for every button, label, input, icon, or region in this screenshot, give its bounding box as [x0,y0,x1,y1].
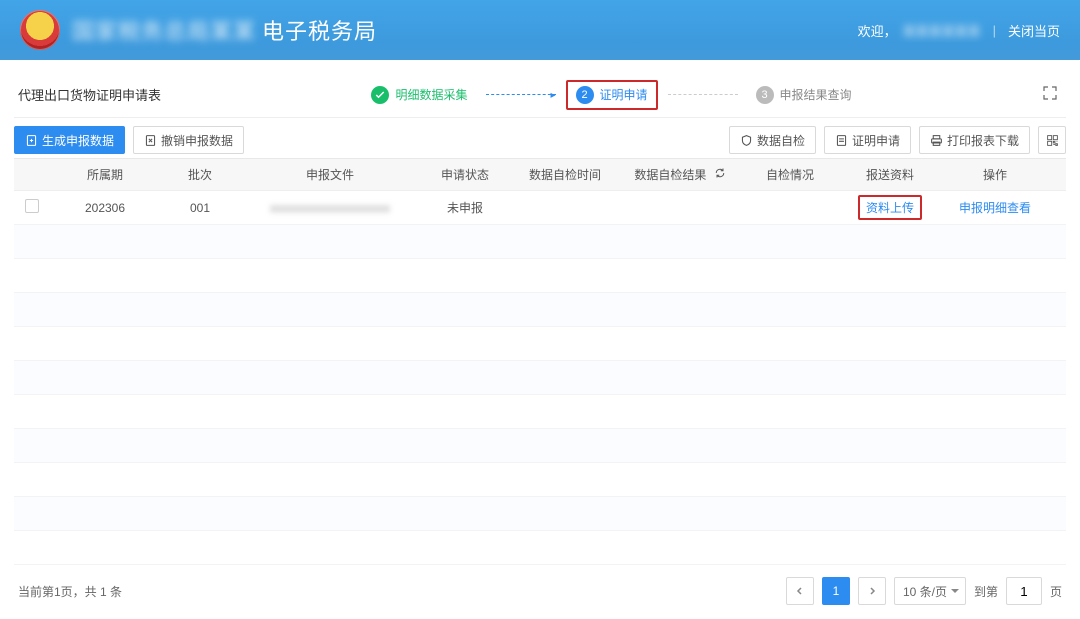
cell-batch: 001 [160,201,240,215]
col-chkres: 数据自检结果 [620,166,740,183]
col-period: 所属期 [50,166,160,183]
col-mat: 报送资料 [840,166,940,183]
page-1-button[interactable]: 1 [822,577,850,605]
step-2-badge: 2 [576,86,594,104]
check-icon [371,86,389,104]
breadcrumb-steps-row: 代理出口货物证明申请表 明细数据采集 ▸ 2 证明申请 3 申报结果查询 [14,72,1066,118]
app-title-suffix: 电子税务局 [262,14,377,46]
step-connector-icon [668,94,738,95]
refresh-icon[interactable] [714,168,726,182]
table-body: 202306 001 xxxxxxxxxxxxxxxxxxxx 未申报 资料上传… [14,191,1066,571]
header-right: 欢迎， 某某某某某某 | 关闭当页 [858,21,1060,40]
jump-page-input[interactable] [1006,577,1042,605]
row-checkbox[interactable] [25,199,39,213]
step-3-badge: 3 [756,86,774,104]
pagination-info: 当前第1页，共 1 条 [18,583,122,600]
page-size-select[interactable]: 10 条/页 [894,577,966,605]
prev-page-button[interactable] [786,577,814,605]
qr-icon [1046,134,1059,147]
cell-status: 未申报 [420,199,510,216]
separator: | [993,23,996,38]
page-size-value: 10 条/页 [903,583,947,600]
revoke-data-label: 撤销申报数据 [161,132,233,149]
step-2-apply[interactable]: 2 证明申请 [566,80,658,110]
fullscreen-icon[interactable] [1042,85,1058,104]
printer-icon [930,134,943,147]
jump-label-post: 页 [1050,583,1062,600]
step-1-label: 明细数据采集 [395,86,467,103]
next-page-button[interactable] [858,577,886,605]
step-3-result[interactable]: 3 申报结果查询 [748,82,860,108]
table-header: 所属期 批次 申报文件 申请状态 数据自检时间 数据自检结果 自检情况 报送资料… [14,159,1066,191]
col-op: 操作 [940,166,1050,183]
self-check-label: 数据自检 [757,132,805,149]
col-chktime: 数据自检时间 [510,166,620,183]
close-tab-link[interactable]: 关闭当页 [1008,21,1060,40]
step-3-label: 申报结果查询 [780,86,852,103]
generate-data-button[interactable]: 生成申报数据 [14,126,125,154]
app-title-prefix-blurred: 国家税务总局某某 [72,14,256,46]
table-row: 202306 001 xxxxxxxxxxxxxxxxxxxx 未申报 资料上传… [14,191,1066,225]
cell-file-blurred: xxxxxxxxxxxxxxxxxxxx [240,201,420,215]
print-download-button[interactable]: 打印报表下载 [919,126,1030,154]
col-file: 申报文件 [240,166,420,183]
revoke-data-button[interactable]: 撤销申报数据 [133,126,244,154]
view-detail-link[interactable]: 申报明细查看 [959,201,1031,215]
print-download-label: 打印报表下载 [947,132,1019,149]
step-2-label: 证明申请 [600,86,648,103]
step-connector-icon: ▸ [486,94,556,95]
col-chkinfo: 自检情况 [740,166,840,183]
steps: 明细数据采集 ▸ 2 证明申请 3 申报结果查询 [181,80,1042,110]
file-x-icon [144,134,157,147]
chevron-right-icon [867,586,877,596]
data-table: 所属期 批次 申报文件 申请状态 数据自检时间 数据自检结果 自检情况 报送资料… [14,158,1066,571]
cert-apply-label: 证明申请 [852,132,900,149]
cell-period: 202306 [50,201,160,215]
shield-check-icon [740,134,753,147]
step-1-collect[interactable]: 明细数据采集 [363,82,475,108]
file-plus-icon [25,134,38,147]
col-status: 申请状态 [420,166,510,183]
generate-data-label: 生成申报数据 [42,132,114,149]
pagination: 当前第1页，共 1 条 1 10 条/页 到第 页 [14,571,1066,611]
welcome-username-blurred: 某某某某某某 [903,21,981,40]
welcome-label: 欢迎， [858,21,897,40]
file-icon [835,134,848,147]
material-upload-link[interactable]: 资料上传 [858,195,922,220]
self-check-button[interactable]: 数据自检 [729,126,816,154]
jump-label-pre: 到第 [974,583,998,600]
page-title: 代理出口货物证明申请表 [18,85,161,104]
app-header: 国家税务总局某某 电子税务局 欢迎， 某某某某某某 | 关闭当页 [0,0,1080,60]
cert-apply-button[interactable]: 证明申请 [824,126,911,154]
chevron-left-icon [795,586,805,596]
app-title: 国家税务总局某某 电子税务局 [72,14,377,46]
tax-emblem-icon [20,10,60,50]
toolbar: 生成申报数据 撤销申报数据 数据自检 证明申请 打印报表下载 [14,122,1066,158]
qr-code-button[interactable] [1038,126,1066,154]
col-batch: 批次 [160,166,240,183]
